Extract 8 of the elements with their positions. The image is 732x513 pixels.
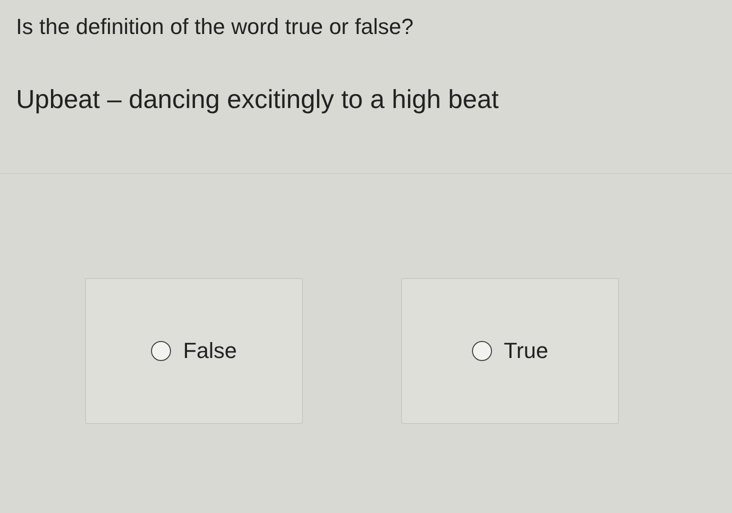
radio-button[interactable] bbox=[472, 341, 492, 361]
statement-text: Upbeat – dancing excitingly to a high beat bbox=[16, 84, 500, 115]
option-label: True bbox=[504, 338, 548, 364]
option-label: False bbox=[183, 338, 237, 364]
question-text: Is the definition of the word true or false? bbox=[16, 14, 414, 40]
radio-button[interactable] bbox=[151, 341, 172, 361]
answer-option[interactable]: False bbox=[85, 278, 303, 424]
answer-option[interactable]: True bbox=[401, 278, 619, 424]
